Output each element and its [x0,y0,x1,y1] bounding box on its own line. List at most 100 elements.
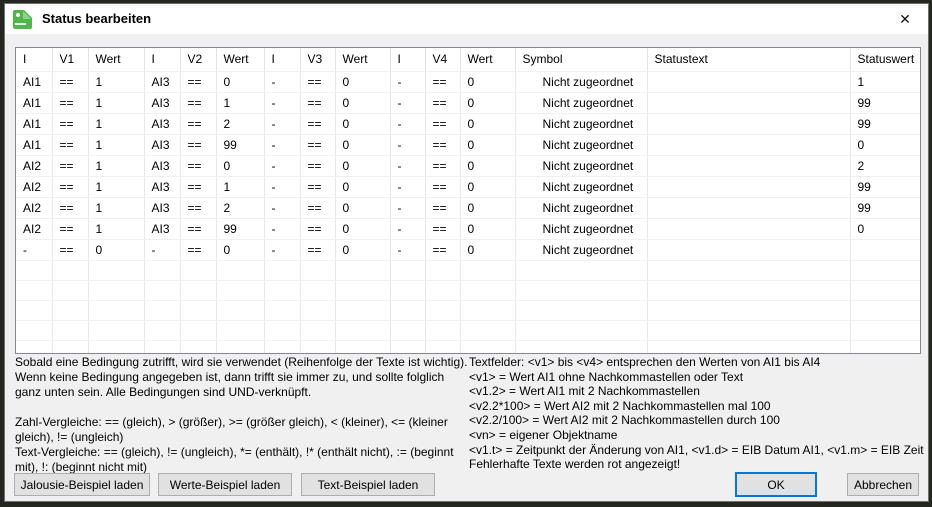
empty-cell [52,280,89,301]
empty-row [16,340,920,353]
table-cell: 0 [460,218,516,240]
table-cell: 1 [88,218,145,240]
table-row[interactable]: AI1 == 1 AI3 == 0- == 0- == 0 Nicht zugeordnet 1 [16,71,920,93]
table-cell: 2 [216,197,265,219]
empty-row [16,300,920,321]
table-cell: == [52,197,89,219]
table-cell: AI1 [16,134,53,156]
table-cell: - [144,239,181,261]
empty-cell [300,340,336,353]
table-cell: 0 [460,176,516,198]
empty-cell [88,340,145,353]
table-cell: AI2 [16,197,53,219]
empty-cell [390,280,426,301]
title-bar[interactable]: Status bearbeiten ✕ [5,4,928,34]
help-line: <v2.2/100> = Wert AI2 mit 2 Nachkommaste… [469,413,780,428]
column-header-10-v4[interactable]: V4 [425,48,461,72]
column-header-12-symbol[interactable]: Symbol [515,48,648,72]
table-cell: 1 [88,71,145,93]
column-header-0-i[interactable]: I [16,48,53,72]
table-cell: == [425,71,461,93]
table-cell: == [180,176,217,198]
table-cell: AI2 [16,176,53,198]
table-row[interactable]: AI2 == 1 AI3 == 1- == 0- == 0 Nicht zugeordnet 99 [16,176,920,198]
column-header-2-wert[interactable]: Wert [88,48,145,72]
help-paragraph: Text-Vergleiche: == (gleich), != (unglei… [15,445,454,474]
help-paragraph: Sobald eine Bedingung zutrifft, wird sie… [15,355,468,399]
table-cell: == [300,176,336,198]
table-row[interactable]: AI2 == 1 AI3 == 99- == 0- == 0 Nicht zugeordnet 0 [16,218,920,240]
status-table[interactable]: I V1 Wert I V2 Wert I V3 Wert I V4 Wert Symbol Status… [15,47,921,354]
empty-cell [88,260,145,281]
empty-cell [216,300,265,321]
table-cell: - [390,134,426,156]
column-header-13-statustext[interactable]: Statustext [647,48,851,72]
help-paragraph: Zahl-Vergleiche: == (gleich), > (größer)… [15,415,448,444]
table-cell [647,113,851,135]
column-header-4-v2[interactable]: V2 [180,48,217,72]
table-cell [850,239,920,261]
jalousie-beispiel-button[interactable]: Jalousie-Beispiel laden [14,473,150,496]
table-cell: == [180,113,217,135]
table-cell: AI3 [144,218,181,240]
help-line: <v1> = Wert AI1 ohne Nachkommastellen od… [469,369,744,384]
empty-cell [335,300,391,321]
empty-cell [460,300,516,321]
column-header-7-v3[interactable]: V3 [300,48,336,72]
text-beispiel-button[interactable]: Text-Beispiel laden [301,473,435,496]
empty-cell [16,260,53,281]
empty-cell [180,280,217,301]
close-button[interactable]: ✕ [882,4,928,34]
column-header-6-i[interactable]: I [264,48,301,72]
table-cell: 0 [335,155,391,177]
column-header-3-i[interactable]: I [144,48,181,72]
empty-cell [335,340,391,353]
screen-background: Status bearbeiten ✕ I V1 Wert I V2 Wert I V3 Wer… [0,0,932,507]
table-row[interactable]: AI1 == 1 AI3 == 1- == 0- == 0 Nicht zugeordnet 99 [16,92,920,114]
empty-cell [460,340,516,353]
table-cell: Nicht zugeordnet [515,218,648,240]
table-cell [647,134,851,156]
empty-cell [144,300,181,321]
empty-cell [180,300,217,321]
column-header-8-wert[interactable]: Wert [335,48,391,72]
help-line: Textfelder: <v1> bis <v4> entsprechen de… [469,355,821,369]
table-cell: == [300,113,336,135]
table-row[interactable]: AI2 == 1 AI3 == 2- == 0- == 0 Nicht zugeordnet 99 [16,197,920,219]
table-row[interactable]: AI1 == 1 AI3 == 99- == 0- == 0 Nicht zugeordnet 0 [16,134,920,156]
table-cell: == [300,134,336,156]
column-header-5-wert[interactable]: Wert [216,48,265,72]
column-header-1-v1[interactable]: V1 [52,48,89,72]
table-row[interactable]: - == 0- == 0- == 0- == 0 Nicht zugeordnet [16,239,920,261]
column-header-14-statuswert[interactable]: Statuswert [850,48,920,72]
table-cell: 99 [216,218,265,240]
empty-cell [647,320,851,341]
help-line: Fehlerhafte Texte werden rot angezeigt! [469,457,681,472]
empty-cell [647,280,851,301]
table-cell: 1 [88,113,145,135]
werte-beispiel-button[interactable]: Werte-Beispiel laden [158,473,292,496]
table-cell: 0 [335,71,391,93]
ok-button[interactable]: OK [735,472,817,497]
table-cell: 0 [460,92,516,114]
table-cell: == [425,239,461,261]
table-cell: 0 [335,92,391,114]
abbrechen-button[interactable]: Abbrechen [847,473,919,496]
table-cell: - [16,239,53,261]
table-cell [647,218,851,240]
column-header-9-i[interactable]: I [390,48,426,72]
table-cell: - [264,71,301,93]
table-cell: == [300,239,336,261]
table-row[interactable]: AI2 == 1 AI3 == 0- == 0- == 0 Nicht zugeordnet 2 [16,155,920,177]
table-cell: Nicht zugeordnet [515,239,648,261]
table-cell: Nicht zugeordnet [515,176,648,198]
empty-cell [216,340,265,353]
table-cell: AI1 [16,92,53,114]
column-header-11-wert[interactable]: Wert [460,48,516,72]
table-cell: == [52,176,89,198]
app-icon [13,10,32,29]
table-cell [647,239,851,261]
table-row[interactable]: AI1 == 1 AI3 == 2- == 0- == 0 Nicht zugeordnet 99 [16,113,920,135]
table-cell: 0 [460,71,516,93]
table-cell: Nicht zugeordnet [515,92,648,114]
